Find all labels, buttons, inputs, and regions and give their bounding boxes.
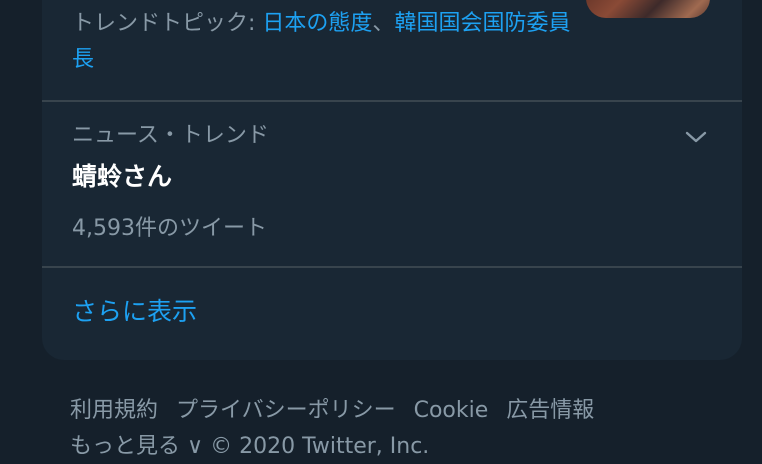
trend-thumbnail-image[interactable] <box>586 0 710 18</box>
show-more-link[interactable]: さらに表示 <box>72 292 197 332</box>
footer-more-row[interactable]: もっと見る ∨ © 2020 Twitter, Inc. <box>70 430 750 464</box>
footer-links: 利用規約 プライバシーポリシー Cookie 広告情報 <box>70 394 750 428</box>
footer-link-privacy[interactable]: プライバシーポリシー <box>176 398 396 423</box>
trend-topic-link[interactable]: 日本の態度 <box>262 11 372 36</box>
trend-context-label: ニュース・トレンド <box>72 123 269 148</box>
divider <box>42 266 742 268</box>
footer-link-terms[interactable]: 利用規約 <box>70 398 158 423</box>
trend-tweet-count: 4,593件のツイート <box>72 216 267 241</box>
topic-separator: 、 <box>372 11 395 36</box>
trends-panel: トレンドトピック: 日本の態度、韓国国会国防委員長 ニュース・トレンド 蜻蛉さん… <box>42 0 742 360</box>
footer-link-cookie[interactable]: Cookie <box>414 398 489 423</box>
divider <box>42 100 742 102</box>
trend-title[interactable]: 蜻蛉さん <box>72 158 172 196</box>
trend-topics-line: トレンドトピック: 日本の態度、韓国国会国防委員長 <box>72 6 572 78</box>
footer-link-ads[interactable]: 広告情報 <box>506 398 594 423</box>
trend-topics-prefix: トレンドトピック: <box>72 11 263 36</box>
chevron-down-icon[interactable] <box>684 128 708 146</box>
